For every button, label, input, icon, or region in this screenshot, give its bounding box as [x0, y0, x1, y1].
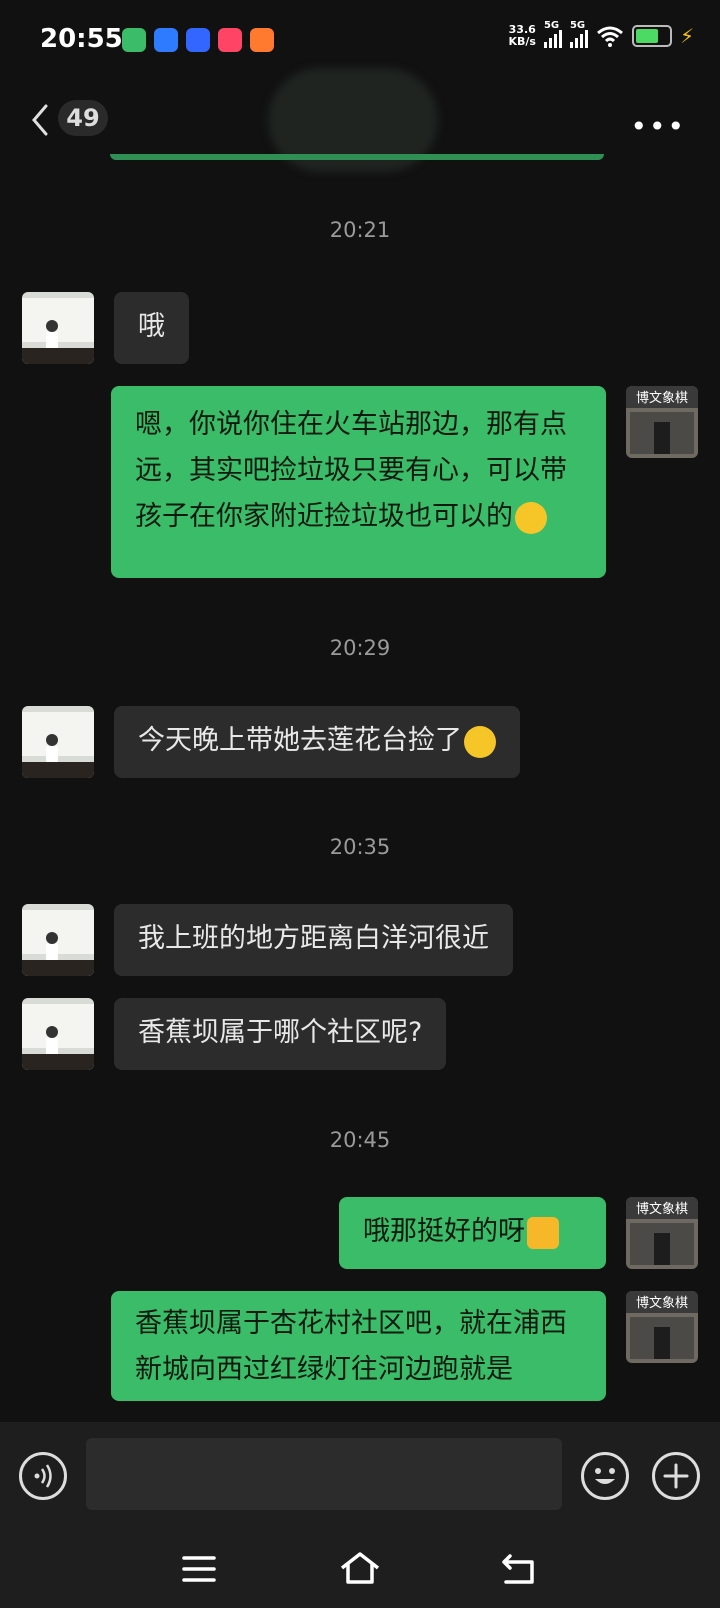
chat-header: 49 ••• [0, 68, 720, 172]
video-notification-icon [250, 28, 274, 52]
contact-avatar[interactable] [22, 706, 94, 778]
outgoing-message[interactable]: 哦那挺好的呀 [339, 1197, 606, 1269]
timestamp: 20:29 [329, 636, 391, 660]
contact-avatar[interactable] [22, 292, 94, 364]
my-avatar[interactable]: 博文象棋 [626, 1291, 698, 1363]
charging-icon: ⚡ [679, 24, 694, 48]
unread-count-badge[interactable]: 49 [58, 100, 108, 136]
outgoing-message[interactable]: 香蕉坝属于杏花村社区吧，就在浦西新城向西过红绿灯往河边跑就是 [111, 1291, 606, 1401]
signal-icon: 5G [543, 20, 562, 48]
baidu-notification-icon [186, 28, 210, 52]
timestamp: 20:35 [329, 835, 391, 859]
status-time: 20:55 [40, 24, 123, 54]
menu-icon[interactable] [182, 1554, 216, 1584]
incoming-message[interactable]: 我上班的地方距离白洋河很近 [114, 904, 513, 976]
message-text: 我上班的地方距离白洋河很近 [138, 923, 489, 954]
back-icon[interactable] [500, 1552, 540, 1586]
chevron-left-icon[interactable] [28, 102, 52, 138]
message-text: 哦 [138, 311, 165, 342]
home-icon[interactable] [338, 1550, 382, 1586]
signal-label: 5G [543, 20, 560, 31]
signal-icon: 5G [569, 20, 588, 48]
voice-icon[interactable] [19, 1452, 67, 1500]
incoming-message[interactable]: 今天晚上带她去莲花台捡了 [114, 706, 520, 778]
battery-level [635, 29, 658, 43]
message-text: 香蕉坝属于杏花村社区吧，就在浦西新城向西过红绿灯往河边跑就是 [135, 1308, 567, 1385]
contact-avatar[interactable] [22, 904, 94, 976]
plus-icon[interactable] [652, 1452, 700, 1500]
outgoing-message[interactable]: 嗯，你说你住在火车站那边，那有点远，其实吧捡垃圾只要有心，可以带孩子在你家附近捡… [111, 386, 606, 578]
wifi-icon [596, 26, 623, 47]
signal-label: 5G [569, 20, 586, 31]
smile-emoji [464, 725, 496, 758]
net-speed-unit: KB/s [508, 35, 536, 48]
contact-avatar[interactable] [22, 998, 94, 1070]
emoji-icon[interactable] [581, 1452, 629, 1500]
message-text: 哦那挺好的呀 [363, 1216, 525, 1247]
incoming-message[interactable]: 哦 [114, 292, 189, 364]
my-avatar[interactable]: 博文象棋 [626, 386, 698, 458]
notification-icons [122, 28, 274, 52]
app-notification-icon [218, 28, 242, 52]
message-composer [0, 1422, 720, 1530]
my-avatar[interactable]: 博文象棋 [626, 1197, 698, 1269]
timestamp: 20:21 [329, 218, 391, 242]
svg-text:博文象棋: 博文象棋 [636, 1296, 688, 1311]
more-dots-icon[interactable]: ••• [630, 110, 686, 143]
svg-text:博文象棋: 博文象棋 [636, 391, 688, 406]
smile-emoji [515, 501, 547, 534]
svg-text:博文象棋: 博文象棋 [636, 1202, 688, 1217]
battery-icon [631, 25, 672, 47]
message-text: 嗯，你说你住在火车站那边，那有点远，其实吧捡垃圾只要有心，可以带孩子在你家附近捡… [135, 409, 567, 532]
net-speed: 33.6 KB/s [508, 24, 535, 48]
message-text: 香蕉坝属于哪个社区呢? [138, 1017, 423, 1048]
app-notification-icon [154, 28, 178, 52]
status-right: 33.6 KB/s 5G 5G ⚡ [508, 20, 694, 48]
pinned-message-edge [110, 154, 604, 160]
system-navigation-bar [0, 1530, 720, 1608]
message-input[interactable] [86, 1438, 562, 1510]
message-text: 今天晚上带她去莲花台捡了 [138, 725, 462, 756]
timestamp: 20:45 [329, 1128, 391, 1152]
incoming-message[interactable]: 香蕉坝属于哪个社区呢? [114, 998, 447, 1070]
thumbs-up-emoji [527, 1216, 559, 1249]
wechat-notification-icon [122, 28, 146, 52]
